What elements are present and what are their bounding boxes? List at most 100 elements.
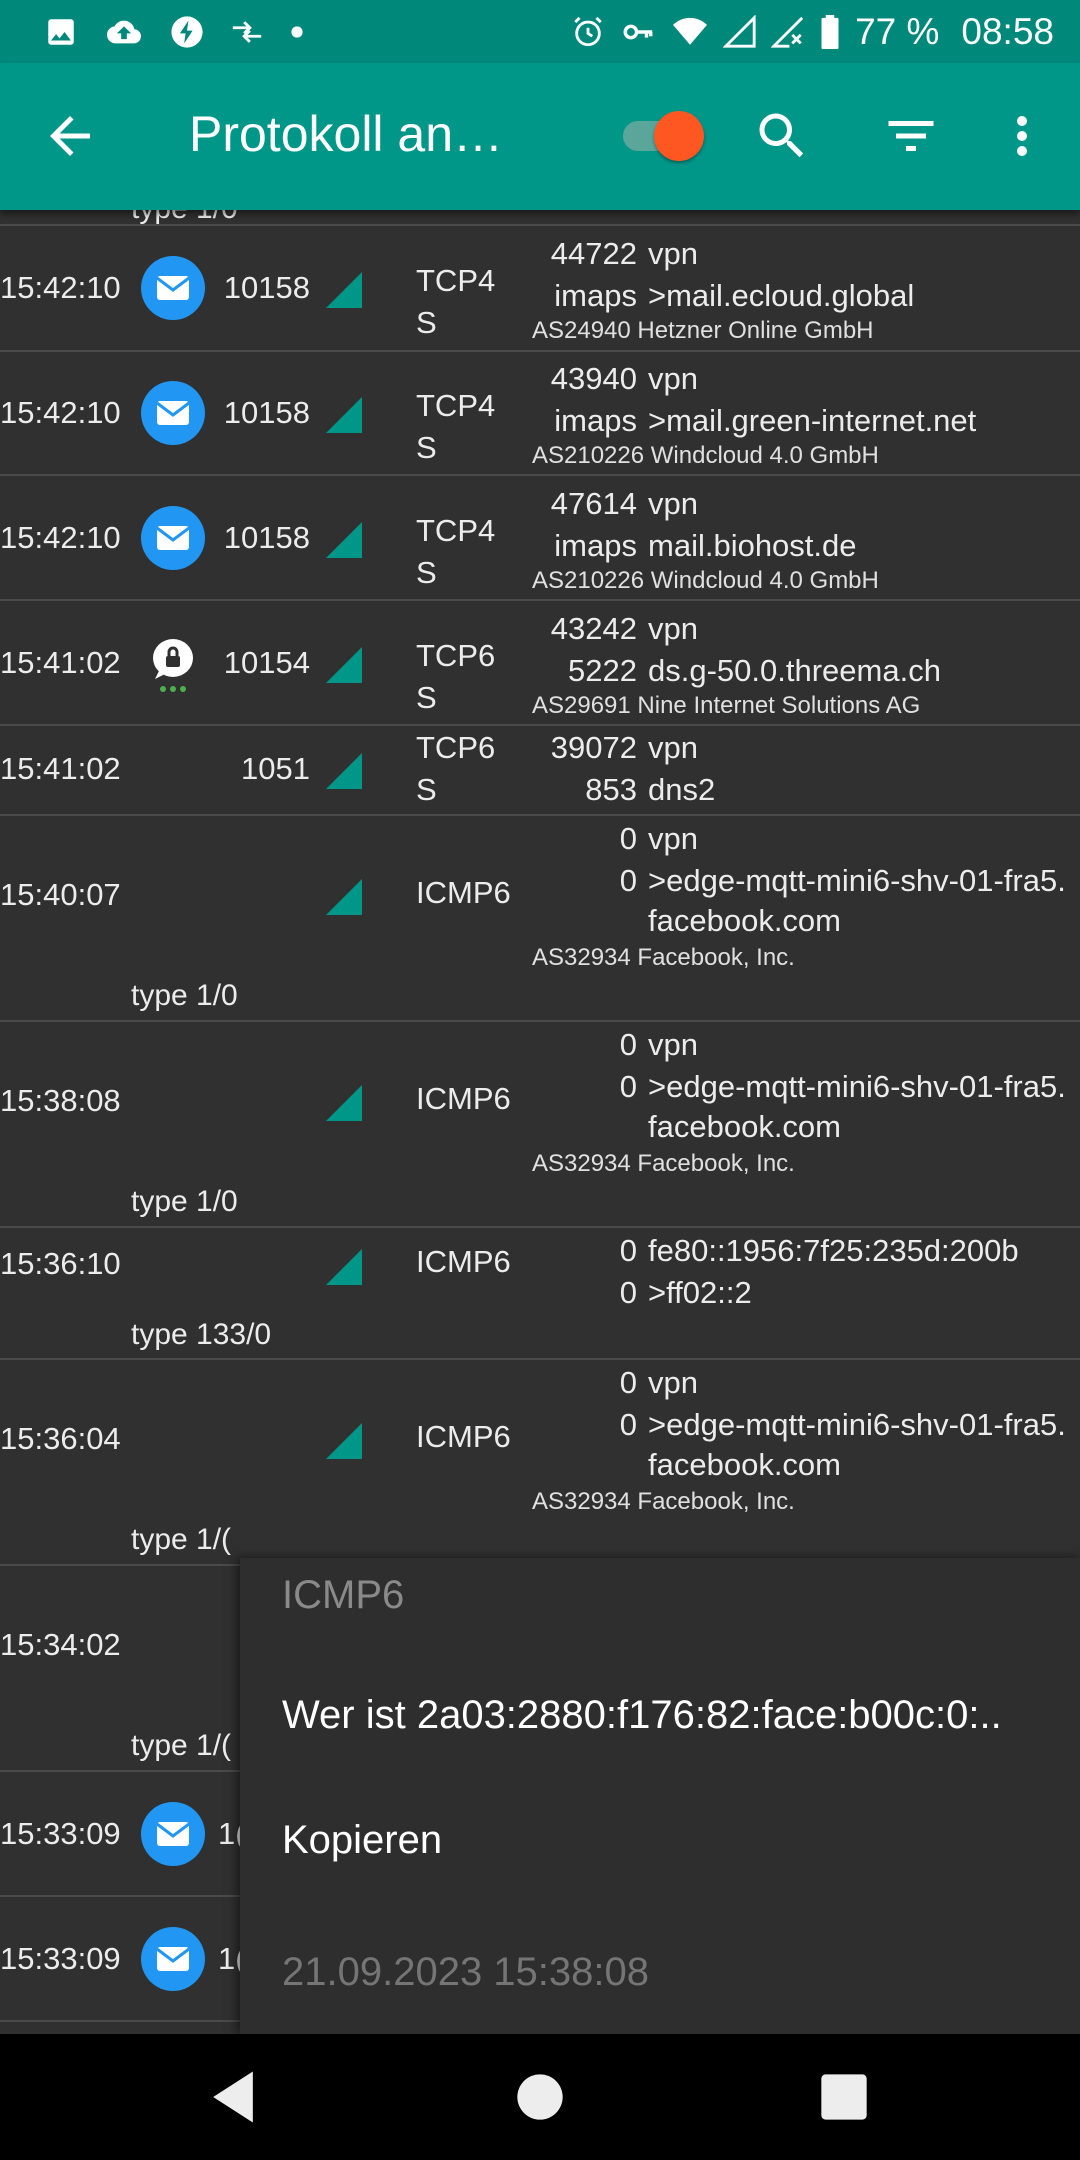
row-asn: AS29691 Nine Internet Solutions AG: [532, 692, 921, 719]
port-dest: 0: [619, 1069, 637, 1104]
row-dest: vpn >edge-mqtt-mini6-shv-01-fra5. facebo…: [648, 1362, 1066, 1484]
dest-target-cont: facebook.com: [648, 1109, 841, 1144]
row-protocol: TCP4 S: [416, 260, 495, 344]
row-ports: 43242 5222: [551, 608, 637, 692]
filter-icon[interactable]: [881, 106, 941, 166]
dest-target-cont: facebook.com: [648, 1447, 841, 1482]
dest-source: fe80::1956:7f25:235d:200b: [648, 1233, 1019, 1268]
row-asn: AS32934 Facebook, Inc.: [532, 944, 795, 971]
row-uid: 10158: [223, 520, 310, 555]
table-row[interactable]: 15:42:10 10158 TCP4 S 44722 imaps vpn >m…: [0, 226, 1080, 352]
dest-source: vpn: [648, 821, 698, 856]
row-protocol: ICMP6: [416, 1419, 511, 1454]
protocol-line-2: S: [416, 680, 437, 715]
port-source: 47614: [550, 486, 637, 521]
row-type: type 1/(: [131, 1523, 232, 1556]
row-type: type 133/0: [131, 1318, 272, 1351]
back-triangle-icon[interactable]: [199, 2063, 267, 2131]
dest-source: vpn: [648, 611, 698, 646]
threema-icon: [153, 639, 193, 692]
row-time: 15:42:10: [0, 270, 121, 305]
dest-target-cont: facebook.com: [648, 903, 841, 938]
wifi-icon: [673, 17, 708, 45]
mail-icon: [141, 256, 205, 320]
image-icon: [48, 19, 74, 45]
dest-source: vpn: [648, 1365, 698, 1400]
port-source: 0: [619, 1365, 637, 1400]
whois-menu-item[interactable]: Wer ist 2a03:2880:f176:82:face:b00c:0:..: [282, 1693, 1002, 1738]
table-row[interactable]: 15:41:02 10154 TCP6 S 43242 5222 vpn ds.…: [0, 601, 1080, 726]
recents-square-icon[interactable]: [810, 2063, 878, 2131]
row-type: type 1/0: [131, 210, 238, 226]
signal-x-icon: [771, 16, 804, 48]
dest-target: >edge-mqtt-mini6-shv-01-fra5.: [648, 1407, 1066, 1442]
row-ports: 0 0: [620, 1230, 637, 1314]
row-dest: vpn dns2: [648, 727, 715, 811]
navigation-bar: [0, 2034, 1080, 2160]
row-asn: AS210226 Windcloud 4.0 GmbH: [532, 442, 879, 469]
port-source: 0: [619, 1027, 637, 1062]
page-title: Protokoll an…: [189, 106, 504, 162]
row-ports: 0 0: [620, 1024, 637, 1108]
port-source: 44722: [550, 236, 637, 271]
table-row[interactable]: 15:42:10 10158 TCP4 S 47614 imaps vpn ma…: [0, 476, 1080, 601]
dest-target: >edge-mqtt-mini6-shv-01-fra5.: [648, 863, 1066, 898]
protocol-line-1: TCP4: [416, 263, 496, 298]
row-ports: 39072 853: [551, 727, 637, 811]
table-row[interactable]: 15:36:04 ICMP6 0 0 vpn >edge-mqtt-mini6-…: [0, 1360, 1080, 1566]
more-vert-icon[interactable]: [992, 106, 1052, 166]
port-source: 39072: [550, 730, 637, 765]
row-protocol: ICMP6: [416, 875, 511, 910]
signal-wedge-icon: [326, 272, 362, 308]
table-row[interactable]: 15:40:07 ICMP6 0 0 vpn >edge-mqtt-mini6-…: [0, 816, 1080, 1022]
protocol-line-1: TCP6: [416, 638, 496, 673]
row-time: 15:34:02: [0, 1627, 121, 1662]
menu-header: ICMP6: [282, 1573, 405, 1617]
protocol-line-1: TCP4: [416, 388, 496, 423]
port-dest: 5222: [568, 653, 637, 688]
dest-source: vpn: [648, 1027, 698, 1062]
table-row[interactable]: type 1/0: [0, 210, 1080, 226]
status-bar: 77 % 08:58: [0, 0, 1080, 63]
row-asn: AS210226 Windcloud 4.0 GmbH: [532, 567, 879, 594]
mail-icon: [141, 1927, 205, 1991]
port-dest: imaps: [554, 528, 637, 563]
port-source: 43242: [550, 611, 637, 646]
signal-wedge-icon: [326, 1423, 362, 1459]
protocol-line-1: TCP4: [416, 513, 496, 548]
copy-menu-item[interactable]: Kopieren: [282, 1818, 442, 1863]
table-row[interactable]: 15:38:08 ICMP6 0 0 vpn >edge-mqtt-mini6-…: [0, 1022, 1080, 1228]
status-notifications: [44, 12, 304, 52]
dest-target: mail.biohost.de: [648, 528, 857, 563]
row-uid: 1051: [241, 751, 310, 786]
row-protocol: TCP4 S: [416, 385, 495, 469]
row-time: 15:40:07: [0, 877, 121, 912]
row-time: 15:36:10: [0, 1246, 121, 1281]
table-row[interactable]: 15:42:10 10158 TCP4 S 43940 imaps vpn >m…: [0, 351, 1080, 476]
search-icon[interactable]: [752, 106, 812, 166]
row-time: 15:41:02: [0, 751, 121, 786]
protocol-line-2: S: [416, 555, 437, 590]
row-dest: vpn mail.biohost.de: [648, 483, 857, 567]
port-dest: 853: [585, 772, 637, 807]
protocol-line-2: S: [416, 772, 437, 807]
row-type: type 1/0: [131, 979, 238, 1012]
signal-wedge-icon: [326, 647, 362, 683]
row-dest: vpn >edge-mqtt-mini6-shv-01-fra5. facebo…: [648, 818, 1066, 940]
filter-toggle-switch[interactable]: [618, 108, 708, 164]
row-time: 15:42:10: [0, 395, 121, 430]
mail-icon: [141, 381, 205, 445]
table-row[interactable]: 15:36:10 ICMP6 0 0 fe80::1956:7f25:235d:…: [0, 1228, 1080, 1360]
port-dest: imaps: [554, 278, 637, 313]
battery-percent: 77 %: [855, 11, 940, 52]
row-dest: vpn >mail.green-internet.net: [648, 358, 976, 442]
home-circle-icon[interactable]: [506, 2063, 574, 2131]
back-arrow-icon[interactable]: [40, 106, 100, 166]
row-ports: 0 0: [620, 818, 637, 902]
flash-icon: [171, 16, 203, 48]
signal-wedge-icon: [326, 522, 362, 558]
port-source: 43940: [550, 361, 637, 396]
menu-timestamp: 21.09.2023 15:38:08: [282, 1950, 650, 1994]
table-row[interactable]: 15:41:02 1051 TCP6 S 39072 853 vpn dns2: [0, 726, 1080, 816]
mail-icon: [141, 1802, 205, 1866]
